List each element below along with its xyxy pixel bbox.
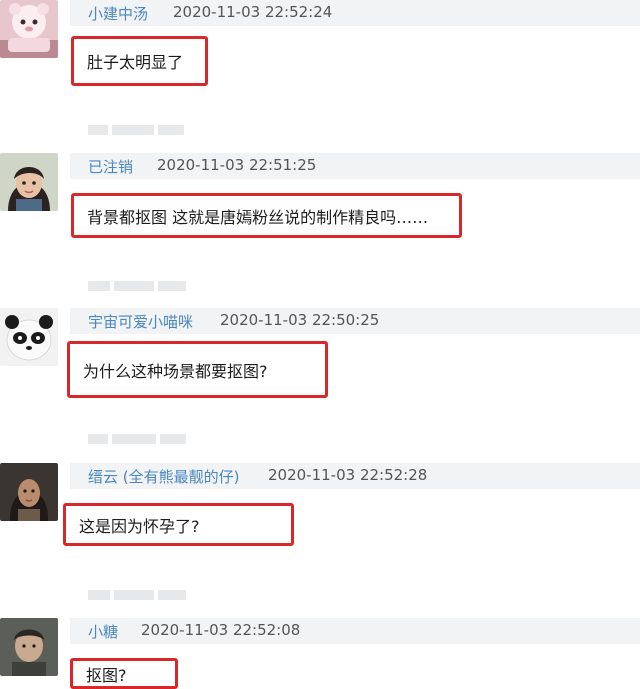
- comment-text-highlight: 这是因为怀孕了?: [63, 503, 294, 546]
- comment-header: 缙云 (全有熊最靓的仔) 2020-11-03 22:52:28: [70, 463, 640, 489]
- comment-text: 抠图?: [86, 665, 127, 685]
- avatar[interactable]: [0, 618, 58, 676]
- comment-text-highlight: 肚子太明显了: [71, 36, 208, 86]
- comment-item: 小糖 2020-11-03 22:52:08 抠图?: [0, 618, 640, 689]
- timestamp: 2020-11-03 22:52:28: [268, 466, 428, 484]
- avatar[interactable]: [0, 153, 58, 211]
- comment-header: 宇宙可爱小喵咪 2020-11-03 22:50:25: [70, 308, 640, 334]
- avatar[interactable]: [0, 463, 58, 521]
- timestamp: 2020-11-03 22:50:25: [220, 311, 380, 329]
- username-link[interactable]: 缙云 (全有熊最靓的仔): [88, 466, 239, 487]
- comment-item: 缙云 (全有熊最靓的仔) 2020-11-03 22:52:28 这是因为怀孕了…: [0, 463, 640, 613]
- timestamp: 2020-11-03 22:51:25: [157, 156, 317, 174]
- blurred-actions: [88, 125, 188, 135]
- comment-text-highlight: 背景都抠图 这就是唐嫣粉丝说的制作精良吗……: [71, 193, 462, 238]
- username-link[interactable]: 小糖: [88, 621, 118, 642]
- timestamp: 2020-11-03 22:52:08: [141, 621, 301, 639]
- blurred-actions: [88, 590, 190, 600]
- comment-item: 已注销 2020-11-03 22:51:25 背景都抠图 这就是唐嫣粉丝说的制…: [0, 153, 640, 303]
- blurred-actions: [88, 434, 190, 444]
- avatar[interactable]: [0, 308, 58, 366]
- comment-header: 小建中汤 2020-11-03 22:52:24: [70, 0, 640, 26]
- comment-header: 已注销 2020-11-03 22:51:25: [70, 153, 640, 179]
- comment-header: 小糖 2020-11-03 22:52:08: [70, 618, 640, 644]
- comment-text: 背景都抠图 这就是唐嫣粉丝说的制作精良吗……: [87, 207, 429, 227]
- username-link[interactable]: 小建中汤: [88, 3, 148, 24]
- username-link[interactable]: 宇宙可爱小喵咪: [88, 311, 193, 332]
- blurred-actions: [88, 281, 190, 291]
- comment-text: 肚子太明显了: [87, 53, 184, 72]
- comment-text: 为什么这种场景都要抠图?: [83, 361, 268, 381]
- comment-item: 宇宙可爱小喵咪 2020-11-03 22:50:25 为什么这种场景都要抠图?: [0, 308, 640, 458]
- comment-item: 小建中汤 2020-11-03 22:52:24 肚子太明显了: [0, 0, 640, 150]
- comment-text-highlight: 抠图?: [70, 658, 178, 689]
- timestamp: 2020-11-03 22:52:24: [173, 3, 333, 21]
- username-link[interactable]: 已注销: [88, 156, 133, 177]
- avatar[interactable]: [0, 0, 58, 58]
- comment-text-highlight: 为什么这种场景都要抠图?: [67, 341, 328, 398]
- comment-text: 这是因为怀孕了?: [79, 516, 200, 536]
